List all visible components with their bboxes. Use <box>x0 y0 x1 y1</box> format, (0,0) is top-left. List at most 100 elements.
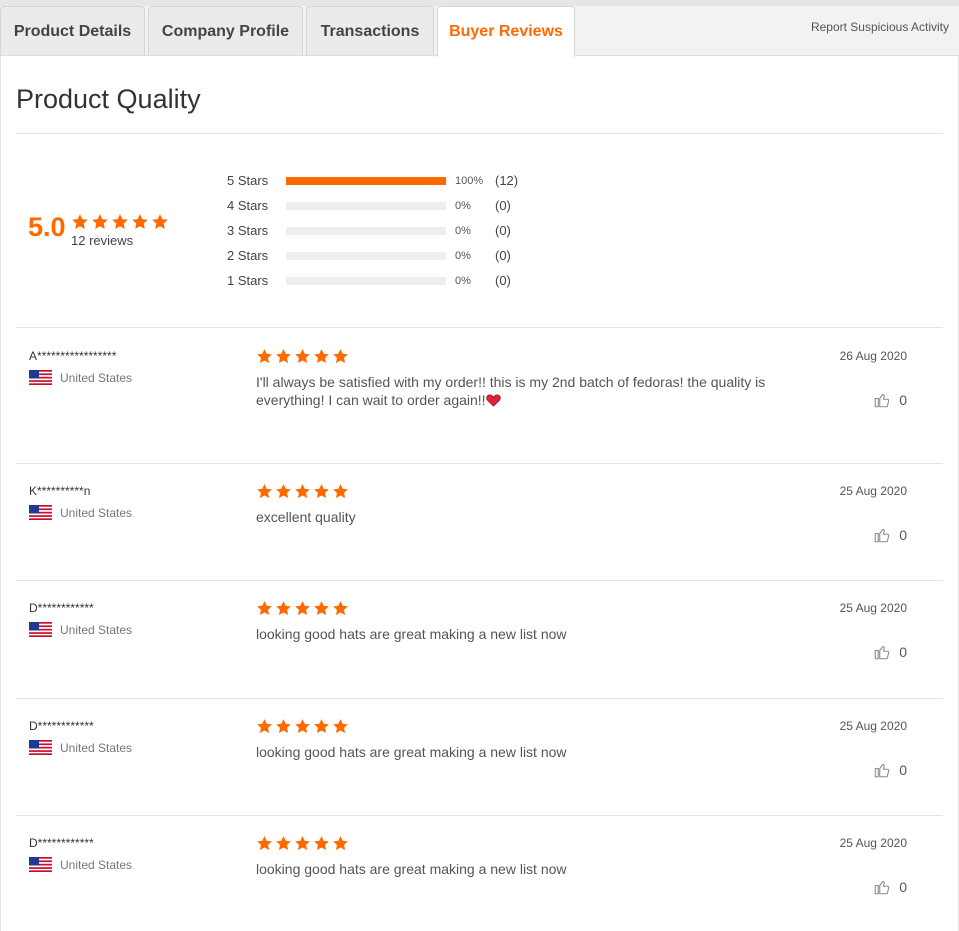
us-flag-icon <box>29 622 52 637</box>
us-flag-icon <box>29 857 52 872</box>
distribution-count: (0) <box>495 223 511 238</box>
star-icon <box>112 214 128 229</box>
helpful-button[interactable]: 0 <box>873 526 907 544</box>
star-icon <box>257 484 272 498</box>
review-date: 25 Aug 2020 <box>839 719 907 733</box>
heart-emoji-icon <box>485 394 501 407</box>
star-icon <box>276 349 291 363</box>
star-icon <box>276 836 291 850</box>
star-level-label: 1 Stars <box>227 273 269 288</box>
reviews-count: 12 reviews <box>71 233 134 248</box>
tab-bar: Product Details Company Profile Transact… <box>0 0 959 57</box>
distribution-count: (0) <box>495 248 511 263</box>
divider <box>16 698 943 699</box>
tab-company-profile[interactable]: Company Profile <box>148 6 303 56</box>
review-text: looking good hats are great making a new… <box>256 743 816 761</box>
star-level-label: 2 Stars <box>227 248 269 263</box>
distribution-bar <box>286 227 446 235</box>
star-icon <box>257 836 272 850</box>
distribution-row: 2 Stars 0% (0) <box>227 248 547 268</box>
star-icon <box>314 836 329 850</box>
divider <box>16 580 943 581</box>
thumbs-up-icon <box>874 764 890 778</box>
distribution-percent: 0% <box>455 200 471 212</box>
review-item: D************ United States looking good… <box>16 601 943 701</box>
distribution-bar-fill <box>286 177 446 185</box>
helpful-button[interactable]: 0 <box>873 761 907 779</box>
reviewer-name: A***************** <box>29 349 117 363</box>
star-icon <box>295 601 310 615</box>
review-stars <box>256 348 349 365</box>
tab-transactions[interactable]: Transactions <box>306 6 434 56</box>
reviewer-name: D************ <box>29 719 94 733</box>
country-label: United States <box>60 857 133 872</box>
distribution-percent: 0% <box>455 250 471 262</box>
thumbs-up-icon <box>874 394 890 408</box>
helpful-count: 0 <box>899 644 907 660</box>
review-stars <box>256 718 349 735</box>
reviewer-country: United States <box>29 740 132 755</box>
helpful-button[interactable]: 0 <box>873 643 907 661</box>
star-icon <box>295 836 310 850</box>
average-stars <box>71 213 169 231</box>
helpful-button[interactable]: 0 <box>873 391 907 409</box>
divider <box>16 815 943 816</box>
review-item: K**********n United States excellent qua… <box>16 484 943 584</box>
distribution-count: (0) <box>495 198 511 213</box>
star-icon <box>72 214 88 229</box>
reviewer-name: D************ <box>29 601 94 615</box>
helpful-count: 0 <box>899 392 907 408</box>
country-label: United States <box>60 740 133 755</box>
review-text: excellent quality <box>256 508 816 526</box>
star-icon <box>333 601 348 615</box>
helpful-button[interactable]: 0 <box>873 878 907 896</box>
tab-buyer-reviews[interactable]: Buyer Reviews <box>437 6 575 57</box>
country-label: United States <box>60 370 133 385</box>
review-item: A***************** United States I'll al… <box>16 349 943 449</box>
review-item: D************ United States looking good… <box>16 719 943 819</box>
star-icon <box>333 349 348 363</box>
review-text: looking good hats are great making a new… <box>256 625 816 643</box>
reviewer-country: United States <box>29 857 132 872</box>
star-level-label: 4 Stars <box>227 198 269 213</box>
star-icon <box>333 484 348 498</box>
star-icon <box>257 719 272 733</box>
star-icon <box>314 484 329 498</box>
star-icon <box>314 349 329 363</box>
us-flag-icon <box>29 505 52 520</box>
helpful-count: 0 <box>899 762 907 778</box>
star-icon <box>257 601 272 615</box>
distribution-bar <box>286 252 446 260</box>
distribution-row: 5 Stars 100% (12) <box>227 173 547 193</box>
reviewer-name: D************ <box>29 836 94 850</box>
distribution-row: 1 Stars 0% (0) <box>227 273 547 293</box>
tab-product-details[interactable]: Product Details <box>0 6 145 56</box>
distribution-percent: 0% <box>455 225 471 237</box>
distribution-percent: 0% <box>455 275 471 287</box>
review-item: D************ United States looking good… <box>16 836 943 931</box>
star-level-label: 3 Stars <box>227 223 269 238</box>
star-icon <box>314 601 329 615</box>
distribution-bar <box>286 277 446 285</box>
report-suspicious-activity-link[interactable]: Report Suspicious Activity <box>811 20 949 34</box>
distribution-bar <box>286 202 446 210</box>
review-date: 25 Aug 2020 <box>839 836 907 850</box>
star-icon <box>276 484 291 498</box>
distribution-percent: 100% <box>455 175 484 187</box>
thumbs-up-icon <box>874 529 890 543</box>
review-stars <box>256 600 349 617</box>
divider <box>16 133 943 134</box>
reviewer-country: United States <box>29 622 132 637</box>
star-level-label: 5 Stars <box>227 173 269 188</box>
star-icon <box>152 214 168 229</box>
review-text-content: I'll always be satisfied with my order!!… <box>256 374 766 408</box>
distribution-count: (12) <box>495 173 519 188</box>
star-icon <box>295 719 310 733</box>
distribution-row: 3 Stars 0% (0) <box>227 223 547 243</box>
reviewer-country: United States <box>29 370 132 385</box>
us-flag-icon <box>29 740 52 755</box>
us-flag-icon <box>29 370 52 385</box>
country-label: United States <box>60 505 133 520</box>
star-icon <box>257 349 272 363</box>
reviewer-country: United States <box>29 505 132 520</box>
